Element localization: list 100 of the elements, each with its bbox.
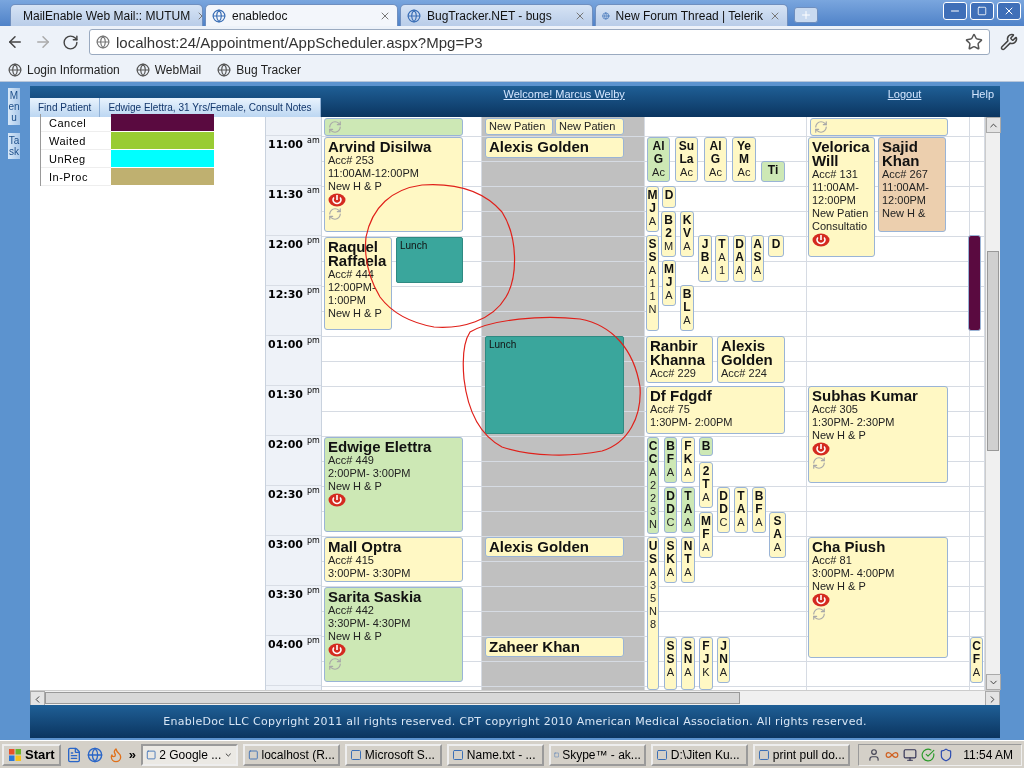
appointment-card[interactable]: A S A [751, 235, 764, 282]
browser-tab[interactable]: enabledoc [205, 4, 398, 26]
detail-letter: A [666, 466, 675, 479]
minimize-button[interactable] [943, 2, 967, 20]
lunch-block[interactable]: Lunch [396, 237, 463, 283]
close-button[interactable] [997, 2, 1021, 20]
appointment-card[interactable]: Edwige Elettra Acc# 449 2:00PM- 3:00PM New H & P [324, 437, 463, 532]
appointment-card[interactable]: Alexis Golden [485, 137, 624, 158]
appointment-card[interactable]: S K A [664, 537, 677, 583]
appointment-card[interactable]: Sajid Khan Acc# 267 11:00AM-12:00PM New H & [878, 137, 946, 232]
period-label: pm [307, 436, 320, 445]
appointment-card[interactable]: U S A 3 5 N 8 [647, 537, 659, 690]
star-icon[interactable] [965, 33, 983, 51]
appointment-card[interactable]: Alexis Golden Acc# 224 [717, 336, 785, 383]
appointment-card[interactable]: Al G Ac [704, 137, 727, 182]
document-icon[interactable] [65, 746, 82, 763]
appointment-card[interactable]: C F A [970, 637, 983, 683]
bookmark-link[interactable]: Bug Tracker [217, 62, 301, 77]
appointment-card[interactable]: M J A [662, 260, 676, 306]
browser-tab[interactable]: BugTracker.NET - bugs [400, 4, 593, 26]
appointment-card[interactable]: New Patien [485, 118, 553, 135]
appointment-card[interactable]: Su La Ac [675, 137, 698, 182]
appointment-card[interactable]: B F A [664, 437, 677, 483]
side-tab[interactable]: Task [8, 133, 20, 159]
appointment-card[interactable]: Ye M Ac [732, 137, 756, 182]
appointment-card[interactable]: Alexis Golden [485, 537, 624, 557]
globe-icon[interactable] [86, 746, 103, 763]
appointment-card[interactable]: Ti [761, 161, 785, 182]
period-label: pm [307, 236, 320, 245]
taskbar-item[interactable]: 2 Google ... [140, 743, 238, 766]
appointment-card[interactable]: Ranbir Khanna Acc# 229 [646, 336, 713, 383]
appointment-card[interactable]: S N A [681, 637, 695, 690]
side-tab[interactable]: Menu [8, 88, 20, 125]
start-button[interactable]: Start [2, 743, 61, 766]
taskbar-item[interactable]: D:\Jiten Ku... [650, 743, 748, 766]
taskbar-item[interactable]: print pull do... [752, 743, 850, 766]
appointment-card[interactable]: D [662, 186, 676, 208]
appointment-card[interactable]: Velorica Will Acc# 131 11:00AM-12:00PM New Patien Consultatio [808, 137, 875, 257]
appointment-card[interactable]: M J A [646, 186, 659, 232]
taskbar-item[interactable]: Skype™ - ak... [548, 743, 646, 766]
back-button[interactable] [6, 33, 24, 51]
appointment-detail: New H & P [328, 180, 382, 193]
appointment-card[interactable]: B F A [752, 487, 766, 533]
browser-tab[interactable]: MailEnable Web Mail:: MUTUM [10, 4, 203, 26]
bookmark-link[interactable]: WebMail [135, 62, 202, 77]
appointment-card[interactable]: Sarita Saskia Acc# 442 3:30PM- 4:30PM New H & P [324, 587, 463, 682]
appointment-card[interactable]: B L A [680, 285, 694, 331]
scroll-thumb[interactable] [987, 251, 999, 451]
appointment-card[interactable]: K V A [680, 211, 694, 257]
appointment-card[interactable]: Zaheer Khan [485, 637, 624, 657]
appointment-card[interactable]: F J K [699, 637, 713, 690]
appointment-card[interactable]: Arvind Disilwa Acc# 253 11:00AM-12:00PM New H & P [324, 137, 463, 232]
time-label: 01:30 [268, 388, 303, 401]
appointment-card[interactable]: B 2 M [661, 211, 676, 257]
logout-link[interactable]: Logout [887, 88, 922, 117]
appointment-card[interactable]: D A A [733, 235, 746, 282]
header-tab[interactable]: Edwige Elettra, 31 Yrs/Female, Consult Notes [100, 98, 321, 117]
appointment-card[interactable]: C C A 2 2 3 N [647, 437, 659, 534]
appointment-card[interactable]: New Patien [555, 118, 624, 135]
appointment-card[interactable] [968, 235, 981, 331]
help-link[interactable]: Help [971, 88, 994, 117]
taskbar-item[interactable]: Name.txt - ... [446, 743, 544, 766]
scroll-thumb[interactable] [45, 692, 740, 704]
browser-tab[interactable]: New Forum Thread | Telerik [595, 4, 788, 26]
lunch-block[interactable]: Lunch [485, 336, 624, 434]
forward-button[interactable] [34, 33, 52, 51]
bookmark-link[interactable]: Login Information [8, 62, 120, 77]
appointment-card[interactable]: M F A [699, 512, 713, 558]
maximize-button[interactable] [970, 2, 994, 20]
appointment-card[interactable]: D [768, 235, 784, 257]
appointment-card[interactable]: N T A [681, 537, 695, 583]
appointment-card[interactable]: Cha Piush Acc# 81 3:00PM- 4:00PM New H & P [808, 537, 948, 658]
appointment-card[interactable]: D D C [664, 487, 677, 533]
scroll-up-button[interactable] [986, 117, 1001, 133]
appointment-card[interactable]: D D C [717, 487, 730, 533]
detail-letter: A [665, 289, 673, 302]
new-tab-button[interactable] [794, 7, 818, 23]
appointment-card[interactable]: 2 T A [699, 462, 713, 508]
wrench-button[interactable] [1000, 33, 1018, 51]
appointment-card[interactable]: J B A [698, 235, 712, 282]
appointment-card[interactable]: F K A [681, 437, 695, 483]
appointment-card[interactable]: T A A [681, 487, 695, 533]
appointment-card[interactable]: T A 1 [715, 235, 729, 282]
taskbar-item[interactable]: localhost (R... [242, 743, 340, 766]
appointment-card[interactable]: S A A [769, 512, 786, 558]
welcome-link[interactable]: Welcome! Marcus Welby [503, 88, 625, 117]
more-button[interactable]: » [128, 747, 136, 762]
appointment-card[interactable]: T A A [734, 487, 748, 533]
address-field[interactable]: localhost:24/Appointment/AppScheduler.aspx?Mpg=P3 [89, 29, 990, 55]
appointment-card[interactable]: Al G Ac [647, 137, 670, 182]
detail-letter: C [719, 516, 728, 529]
appointment-card[interactable]: Subhas Kumar Acc# 305 1:30PM- 2:30PM New H & P [808, 386, 948, 483]
appointment-card[interactable]: Mall Optra Acc# 415 3:00PM- 3:30PM [324, 537, 463, 582]
header-tab[interactable]: Find Patient [30, 98, 101, 117]
appointment-card[interactable]: J N A [717, 637, 730, 683]
reload-button[interactable] [62, 33, 79, 51]
appointment-card[interactable]: S S A 1 1 N [646, 235, 659, 331]
appointment-card[interactable]: S S A [664, 637, 677, 690]
taskbar-item[interactable]: Microsoft S... [344, 743, 442, 766]
appointment-card[interactable]: Df Fdgdf Acc# 75 1:30PM- 2:00PM [646, 386, 785, 434]
